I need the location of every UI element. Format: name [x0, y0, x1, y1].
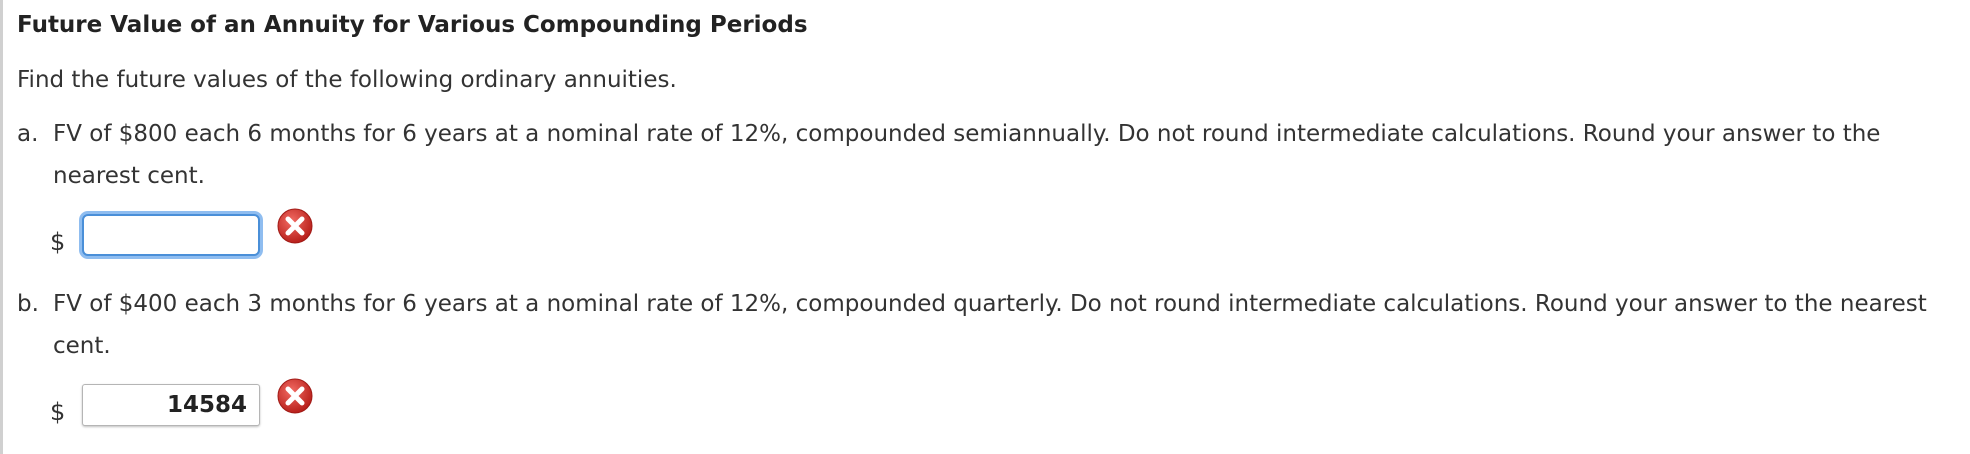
answer-input-a[interactable]	[82, 214, 260, 256]
error-x-icon	[277, 208, 313, 244]
error-x-icon	[277, 378, 313, 414]
left-border	[0, 0, 3, 454]
currency-symbol: $	[50, 228, 66, 256]
answer-input-b[interactable]	[82, 384, 260, 426]
problem-intro: Find the future values of the following …	[17, 67, 677, 93]
question-text: FV of $800 each 6 months for 6 years at …	[53, 121, 1881, 189]
question-letter: a.	[17, 121, 39, 147]
question-letter: b.	[17, 291, 39, 317]
problem-title: Future Value of an Annuity for Various C…	[17, 12, 808, 38]
currency-symbol: $	[50, 398, 66, 426]
question-text: FV of $400 each 3 months for 6 years at …	[53, 291, 1927, 359]
